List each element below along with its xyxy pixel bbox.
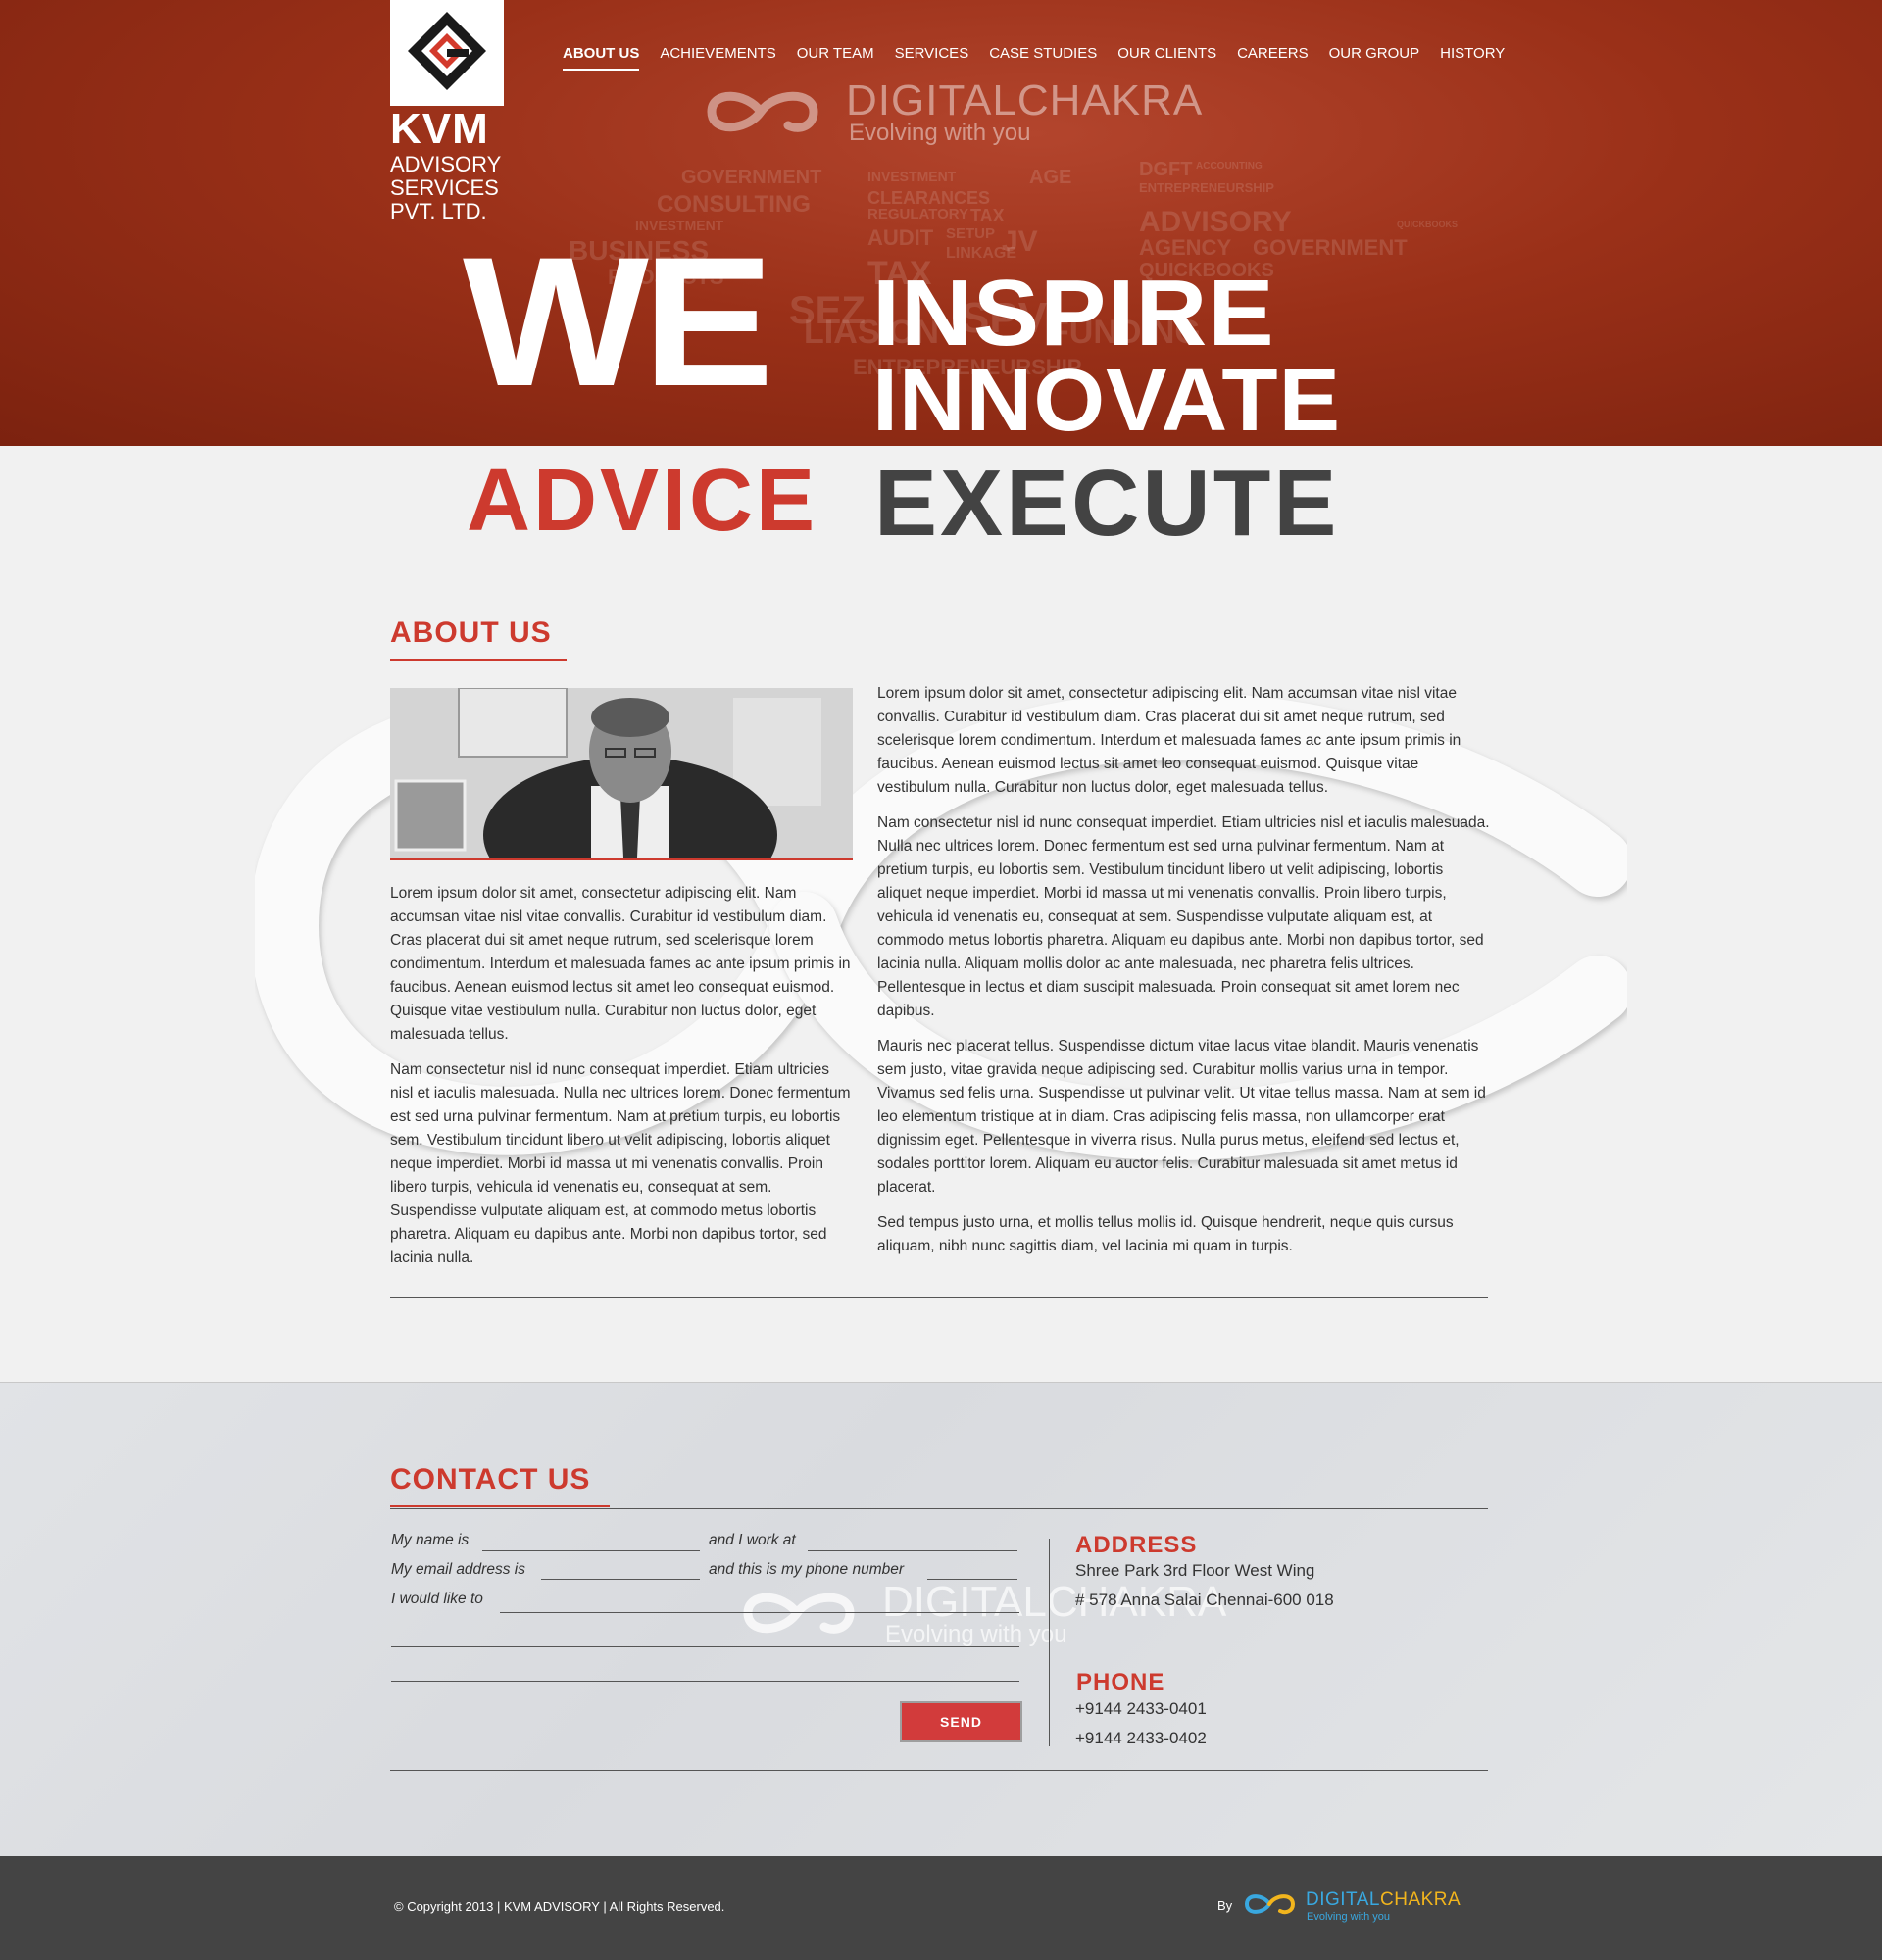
main-nav: ABOUT US ACHIEVEMENTS OUR TEAM SERVICES … <box>563 45 1525 71</box>
about-title-underline <box>390 659 567 661</box>
logo-name: KVM <box>390 105 489 153</box>
word-cloud-term: REGULATORY <box>867 206 969 222</box>
phone-title: PHONE <box>1076 1669 1165 1695</box>
nav-our-team[interactable]: OUR TEAM <box>797 45 874 71</box>
word-cloud-term: ACCOUNTING <box>1196 161 1263 172</box>
phone-field[interactable] <box>927 1579 1017 1580</box>
footer <box>0 1856 1882 1960</box>
portrait-image <box>390 688 853 858</box>
word-cloud-term: GOVERNMENT <box>681 167 822 188</box>
paragraph: Sed tempus justo urna, et mollis tellus … <box>877 1214 1454 1254</box>
about-title: ABOUT US <box>390 616 552 649</box>
about-right-text: Lorem ipsum dolor sit amet, consectetur … <box>877 682 1491 1270</box>
send-button[interactable]: SEND <box>900 1701 1022 1742</box>
brand-name: DIGITALCHAKRA <box>846 76 1204 124</box>
word-cloud-term: AGE <box>1029 167 1072 188</box>
word-cloud-term: JV <box>1002 225 1038 258</box>
logo-subtitle: ADVISORY SERVICES PVT. LTD. <box>390 153 527 223</box>
brand-name-part: DIGITAL <box>1306 1889 1380 1910</box>
kvm-logo-icon <box>408 12 486 90</box>
contact-title: CONTACT US <box>390 1463 591 1495</box>
word-cloud-term: ENTREPRENEURSHIP <box>1139 180 1274 195</box>
work-label: and I work at <box>709 1532 796 1548</box>
message-field-line1[interactable] <box>500 1612 1019 1613</box>
nav-our-clients[interactable]: OUR CLIENTS <box>1117 45 1216 71</box>
hero-innovate: INNOVATE <box>872 352 1342 450</box>
company-logo[interactable] <box>390 0 504 106</box>
message-field-line3[interactable] <box>391 1681 1019 1682</box>
phone-number[interactable]: +9144 2433-0402 <box>1075 1729 1207 1748</box>
footer-brand-tagline: Evolving with you <box>1307 1911 1390 1923</box>
paragraph: Lorem ipsum dolor sit amet, consectetur … <box>877 685 1461 796</box>
hero-inspire: INSPIRE <box>872 261 1275 366</box>
paragraph: Mauris nec placerat tellus. Suspendisse … <box>877 1038 1486 1196</box>
nav-history[interactable]: HISTORY <box>1440 45 1505 71</box>
word-cloud-term: CONSULTING <box>657 191 811 218</box>
chakra-logo-icon <box>743 1592 855 1634</box>
credit-by: By <box>1217 1898 1233 1913</box>
brand-tagline: Evolving with you <box>849 120 1031 146</box>
about-bottom-rule <box>390 1297 1488 1298</box>
nav-achievements[interactable]: ACHIEVEMENTS <box>660 45 775 71</box>
about-left-text: Lorem ipsum dolor sit amet, consectetur … <box>390 882 853 1282</box>
brand-name-part: CHAKRA <box>1380 1889 1461 1910</box>
word-cloud-term: TAX <box>970 206 1005 225</box>
company-field[interactable] <box>808 1550 1017 1551</box>
word-cloud-term: INVESTMENT <box>867 169 957 184</box>
hero-advice: ADVICE <box>467 452 818 550</box>
chairman-photo <box>390 688 853 860</box>
nav-case-studies[interactable]: CASE STUDIES <box>989 45 1097 71</box>
word-cloud-term: AUDIT <box>867 225 934 250</box>
email-label: My email address is <box>391 1561 525 1578</box>
message-field-line2[interactable] <box>391 1646 1019 1647</box>
footer-brand-name[interactable]: DIGITALCHAKRA <box>1306 1889 1461 1911</box>
nav-careers[interactable]: CAREERS <box>1237 45 1309 71</box>
email-field[interactable] <box>541 1579 700 1580</box>
logo-sub-line: ADVISORY <box>390 152 502 176</box>
name-label: My name is <box>391 1532 470 1548</box>
paragraph: Nam consectetur nisl id nunc consequat i… <box>877 814 1490 1019</box>
chakra-logo-icon <box>707 91 818 132</box>
word-cloud-term: SETUP <box>946 225 996 242</box>
paragraph: Lorem ipsum dolor sit amet, consectetur … <box>390 885 851 1043</box>
phone-number[interactable]: +9144 2433-0401 <box>1075 1699 1207 1719</box>
hero-execute: EXECUTE <box>874 451 1340 556</box>
nav-our-group[interactable]: OUR GROUP <box>1329 45 1420 71</box>
chakra-logo-icon <box>1244 1894 1296 1915</box>
brand-tagline: Evolving with you <box>885 1621 1067 1647</box>
hero-we: WE <box>463 219 774 424</box>
word-cloud-term: AGENCY <box>1139 235 1232 260</box>
address-line: # 578 Anna Salai Chennai-600 018 <box>1075 1591 1334 1609</box>
nav-services[interactable]: SERVICES <box>895 45 969 71</box>
phone-label: and this is my phone number <box>709 1561 905 1578</box>
name-field[interactable] <box>482 1550 700 1551</box>
message-label: I would like to <box>391 1591 483 1607</box>
word-cloud-term: ADVISORY <box>1139 206 1292 238</box>
word-cloud-term: GOVERNMENT <box>1253 235 1408 260</box>
contact-title-underline <box>390 1505 610 1507</box>
nav-about-us[interactable]: ABOUT US <box>563 45 640 71</box>
word-cloud-term: QUICKBOOKS <box>1397 220 1459 229</box>
contact-bottom-rule <box>390 1770 1488 1771</box>
word-cloud-term: DGFT <box>1139 159 1193 180</box>
contact-top-rule <box>390 1508 1488 1509</box>
address-title: ADDRESS <box>1075 1532 1198 1558</box>
copyright-text: © Copyright 2013 | KVM ADVISORY | All Ri… <box>394 1899 725 1914</box>
paragraph: Nam consectetur nisl id nunc consequat i… <box>390 1061 851 1266</box>
logo-sub-line: SERVICES <box>390 175 499 200</box>
address-line: Shree Park 3rd Floor West Wing <box>1075 1561 1315 1580</box>
contact-divider <box>1049 1539 1050 1746</box>
